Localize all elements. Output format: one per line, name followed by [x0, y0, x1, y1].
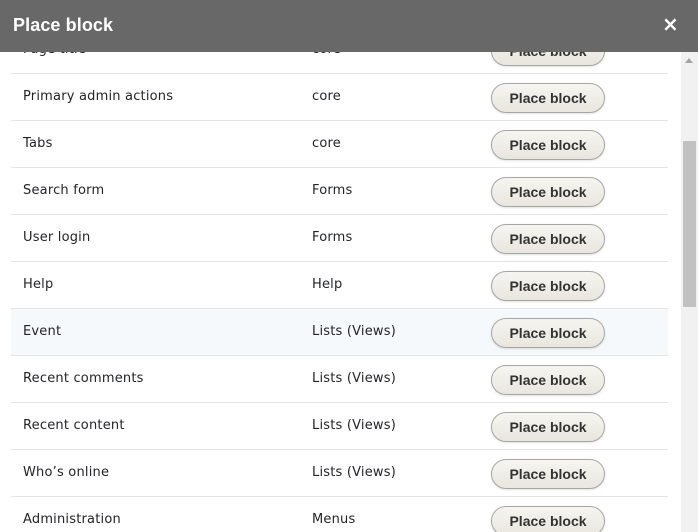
block-name: Help — [23, 277, 54, 292]
place-block-button[interactable]: Place block — [491, 412, 605, 442]
dialog-titlebar: Place block × — [0, 0, 698, 52]
close-icon[interactable]: × — [662, 13, 679, 35]
block-table: Page title core Place block Primary admi… — [11, 52, 668, 532]
place-block-button[interactable]: Place block — [491, 365, 605, 395]
table-row: Search form Forms Place block — [11, 168, 668, 215]
block-name: Recent comments — [23, 371, 144, 386]
block-name: User login — [23, 230, 91, 245]
vertical-scrollbar[interactable] — [681, 52, 698, 532]
block-name: Primary admin actions — [23, 89, 174, 104]
place-block-button[interactable]: Place block — [491, 177, 605, 207]
dialog-title: Place block — [13, 15, 114, 35]
block-name: Search form — [23, 183, 105, 198]
table-row: Primary admin actions core Place block — [11, 74, 668, 121]
table-row: User login Forms Place block — [11, 215, 668, 262]
block-category: Help — [312, 277, 343, 292]
place-block-button[interactable]: Place block — [491, 459, 605, 489]
place-block-button[interactable]: Place block — [491, 506, 605, 532]
block-category: core — [312, 52, 341, 73]
place-block-button[interactable]: Place block — [491, 224, 605, 254]
block-name: Event — [23, 324, 62, 339]
table-row: Recent comments Lists (Views) Place bloc… — [11, 356, 668, 403]
block-category: core — [312, 136, 341, 151]
block-category: Lists (Views) — [312, 418, 396, 433]
block-name: Who’s online — [23, 465, 110, 480]
table-row: Page title core Place block — [11, 52, 668, 74]
block-category: Forms — [312, 183, 353, 198]
block-category: Lists (Views) — [312, 371, 396, 386]
block-name: Page title — [23, 52, 86, 73]
table-row: Who’s online Lists (Views) Place block — [11, 450, 668, 497]
block-list-scroll-area[interactable]: Page title core Place block Primary admi… — [0, 52, 681, 532]
place-block-button[interactable]: Place block — [491, 130, 605, 160]
block-name: Tabs — [23, 136, 53, 151]
place-block-button[interactable]: Place block — [491, 83, 605, 113]
table-row: Recent content Lists (Views) Place block — [11, 403, 668, 450]
block-category: Lists (Views) — [312, 465, 396, 480]
block-category: Lists (Views) — [312, 324, 396, 339]
block-name: Recent content — [23, 418, 125, 433]
place-block-dialog: Place block × Page title core Place bloc… — [0, 0, 698, 532]
block-category: Forms — [312, 230, 353, 245]
block-category: Menus — [312, 512, 356, 527]
table-row: Administration Menus Place block — [11, 497, 668, 532]
scroll-up-arrow-icon[interactable] — [685, 58, 693, 63]
block-name: Administration — [23, 512, 121, 527]
table-row: Help Help Place block — [11, 262, 668, 309]
place-block-button[interactable]: Place block — [491, 271, 605, 301]
table-row-hovered: Event Lists (Views) Place block — [11, 309, 668, 356]
block-category: core — [312, 89, 341, 104]
place-block-button[interactable]: Place block — [491, 318, 605, 348]
scrollbar-thumb[interactable] — [683, 141, 696, 307]
place-block-button[interactable]: Place block — [491, 52, 605, 66]
table-row: Tabs core Place block — [11, 121, 668, 168]
